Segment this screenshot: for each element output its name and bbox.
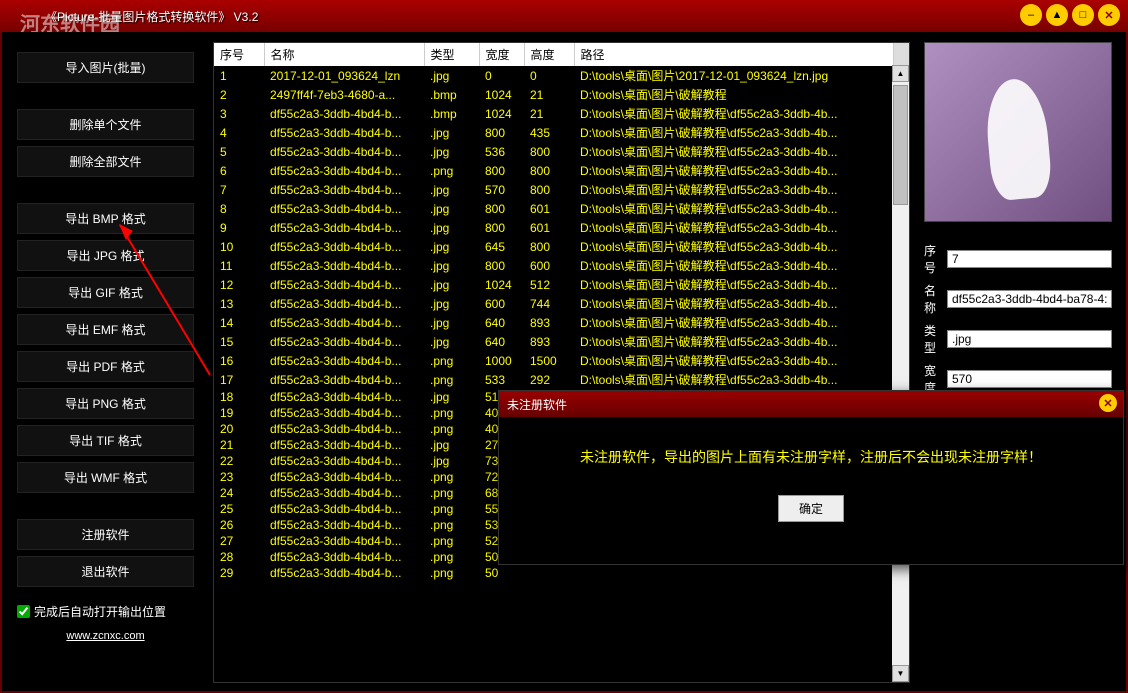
- title-bar: 河东软件园 www.pc0359.cn 《Picture-批量图片格式转换软件》…: [0, 0, 1128, 32]
- table-row[interactable]: 15df55c2a3-3ddb-4bd4-b....jpg640893D:\to…: [214, 332, 909, 351]
- import-button[interactable]: 导入图片(批量): [17, 52, 194, 83]
- table-row[interactable]: 4df55c2a3-3ddb-4bd4-b....jpg800435D:\too…: [214, 123, 909, 142]
- table-row[interactable]: 13df55c2a3-3ddb-4bd4-b....jpg600744D:\to…: [214, 294, 909, 313]
- export-wmf-button[interactable]: 导出 WMF 格式: [17, 462, 194, 493]
- preview-image: [924, 42, 1112, 222]
- register-button[interactable]: 注册软件: [17, 519, 194, 550]
- delete-single-button[interactable]: 删除单个文件: [17, 109, 194, 140]
- table-row[interactable]: 6df55c2a3-3ddb-4bd4-b....png800800D:\too…: [214, 161, 909, 180]
- export-tif-button[interactable]: 导出 TIF 格式: [17, 425, 194, 456]
- header-scrollbar-spacer: [893, 43, 909, 66]
- file-table-wrap: 序号 名称 类型 宽度 高度 路径 12017-12-01_093624_lzn…: [213, 42, 910, 683]
- export-emf-button[interactable]: 导出 EMF 格式: [17, 314, 194, 345]
- detail-type-label: 类型: [924, 322, 947, 356]
- delete-all-button[interactable]: 删除全部文件: [17, 146, 194, 177]
- export-png-button[interactable]: 导出 PNG 格式: [17, 388, 194, 419]
- dialog-ok-button[interactable]: 确定: [778, 495, 844, 522]
- minimize-icon[interactable]: –: [1020, 4, 1042, 26]
- export-bmp-button[interactable]: 导出 BMP 格式: [17, 203, 194, 234]
- header-path[interactable]: 路径: [574, 43, 893, 66]
- scrollbar[interactable]: ▲ ▼: [892, 65, 909, 682]
- table-row[interactable]: 12017-12-01_093624_lzn.jpg00D:\tools\桌面\…: [214, 66, 909, 85]
- dialog-message: 未注册软件，导出的图片上面有未注册字样，注册后不会出现未注册字样！: [519, 447, 1103, 467]
- auto-open-checkbox[interactable]: [17, 605, 30, 618]
- restore-icon[interactable]: ▲: [1046, 4, 1068, 26]
- dialog-close-icon[interactable]: ✕: [1099, 394, 1117, 412]
- table-row[interactable]: 7df55c2a3-3ddb-4bd4-b....jpg570800D:\too…: [214, 180, 909, 199]
- table-row[interactable]: 16df55c2a3-3ddb-4bd4-b....png10001500D:\…: [214, 351, 909, 370]
- detail-idx-label: 序号: [924, 242, 947, 276]
- table-row[interactable]: 10df55c2a3-3ddb-4bd4-b....jpg645800D:\to…: [214, 237, 909, 256]
- sidebar: 导入图片(批量) 删除单个文件 删除全部文件 导出 BMP 格式 导出 JPG …: [2, 32, 209, 691]
- dialog-title-text: 未注册软件: [507, 396, 567, 413]
- detail-name-input[interactable]: [947, 290, 1112, 308]
- window-buttons: – ▲ □ ✕: [1020, 4, 1120, 26]
- export-gif-button[interactable]: 导出 GIF 格式: [17, 277, 194, 308]
- header-height[interactable]: 高度: [524, 43, 574, 66]
- export-pdf-button[interactable]: 导出 PDF 格式: [17, 351, 194, 382]
- header-name[interactable]: 名称: [264, 43, 424, 66]
- table-row[interactable]: 17df55c2a3-3ddb-4bd4-b....png533292D:\to…: [214, 370, 909, 389]
- dialog-body: 未注册软件，导出的图片上面有未注册字样，注册后不会出现未注册字样！ 确定: [499, 417, 1123, 552]
- table-row[interactable]: 29df55c2a3-3ddb-4bd4-b....png50: [214, 565, 909, 581]
- unregistered-dialog: 未注册软件 ✕ 未注册软件，导出的图片上面有未注册字样，注册后不会出现未注册字样…: [498, 390, 1124, 565]
- table-row[interactable]: 11df55c2a3-3ddb-4bd4-b....jpg800600D:\to…: [214, 256, 909, 275]
- dialog-title-bar: 未注册软件 ✕: [499, 391, 1123, 417]
- auto-open-checkbox-row: 完成后自动打开输出位置: [17, 603, 194, 620]
- table-header-row: 序号 名称 类型 宽度 高度 路径: [214, 43, 909, 66]
- table-row[interactable]: 5df55c2a3-3ddb-4bd4-b....jpg536800D:\too…: [214, 142, 909, 161]
- exit-button[interactable]: 退出软件: [17, 556, 194, 587]
- export-jpg-button[interactable]: 导出 JPG 格式: [17, 240, 194, 271]
- detail-name-label: 名称: [924, 282, 947, 316]
- site-link[interactable]: www.zcnxc.com: [17, 630, 194, 642]
- table-row[interactable]: 12df55c2a3-3ddb-4bd4-b....jpg1024512D:\t…: [214, 275, 909, 294]
- header-width[interactable]: 宽度: [479, 43, 524, 66]
- table-row[interactable]: 22497ff4f-7eb3-4680-a....bmp102421D:\too…: [214, 85, 909, 104]
- close-icon[interactable]: ✕: [1098, 4, 1120, 26]
- table-row[interactable]: 9df55c2a3-3ddb-4bd4-b....jpg800601D:\too…: [214, 218, 909, 237]
- maximize-icon[interactable]: □: [1072, 4, 1094, 26]
- scrollbar-thumb[interactable]: [893, 85, 908, 205]
- scrollbar-up-icon[interactable]: ▲: [892, 65, 909, 82]
- table-row[interactable]: 3df55c2a3-3ddb-4bd4-b....bmp102421D:\too…: [214, 104, 909, 123]
- center-panel: 序号 名称 类型 宽度 高度 路径 12017-12-01_093624_lzn…: [209, 32, 918, 691]
- auto-open-label: 完成后自动打开输出位置: [34, 603, 166, 620]
- header-idx[interactable]: 序号: [214, 43, 264, 66]
- detail-type-input[interactable]: [947, 330, 1112, 348]
- detail-idx-input[interactable]: [947, 250, 1112, 268]
- detail-width-input[interactable]: [947, 370, 1112, 388]
- scrollbar-down-icon[interactable]: ▼: [892, 665, 909, 682]
- detail-panel: 序号 名称 类型 宽度 高度: [918, 32, 1126, 691]
- app-title: 《Picture-批量图片格式转换软件》 V3.2: [45, 8, 258, 25]
- table-row[interactable]: 14df55c2a3-3ddb-4bd4-b....jpg640893D:\to…: [214, 313, 909, 332]
- table-row[interactable]: 8df55c2a3-3ddb-4bd4-b....jpg800601D:\too…: [214, 199, 909, 218]
- header-type[interactable]: 类型: [424, 43, 479, 66]
